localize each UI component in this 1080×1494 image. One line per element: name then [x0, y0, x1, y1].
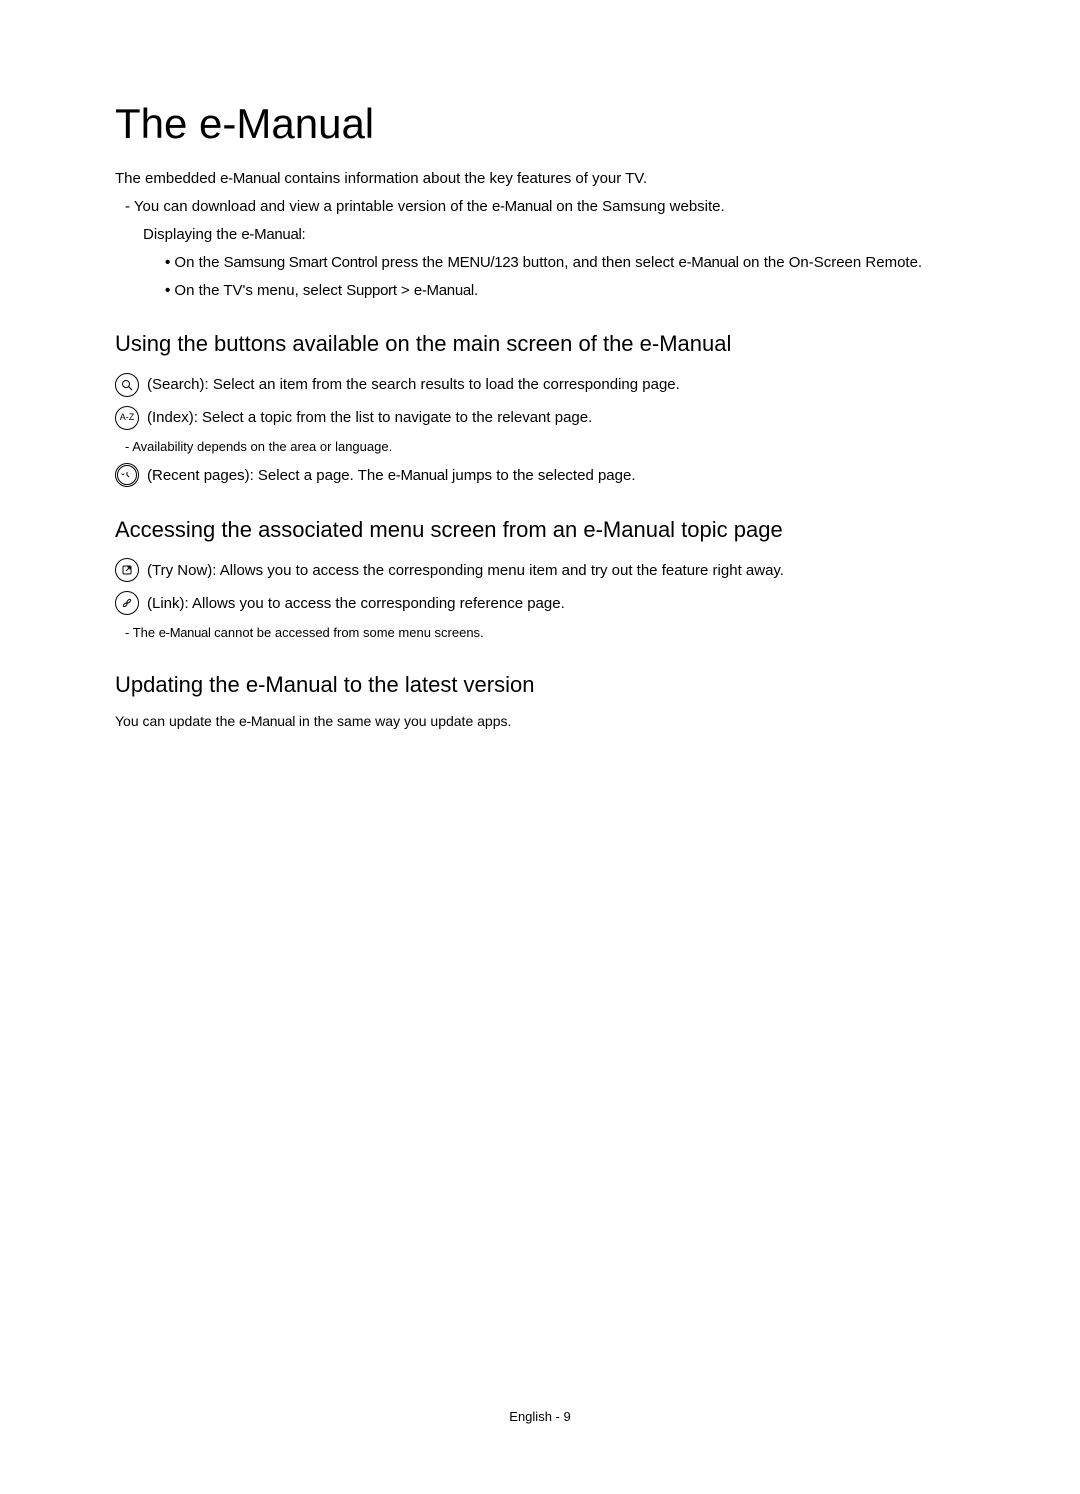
section1-note: Availability depends on the area or lang… [125, 437, 965, 458]
section3-heading: Updating the e-Manual to the latest vers… [115, 672, 965, 698]
section2-note: The e-Manual cannot be accessed from som… [125, 623, 965, 644]
section2-heading: Accessing the associated menu screen fro… [115, 517, 965, 543]
section1-heading: Using the buttons available on the main … [115, 331, 965, 357]
link-icon [115, 591, 139, 615]
intro-bullet-1: On the Samsung Smart Control press the M… [165, 251, 965, 275]
intro-line: The embedded e-Manual contains informati… [115, 168, 965, 189]
index-icon: A-Z [115, 406, 139, 430]
intro-indent-1: Displaying the e-Manual: [143, 223, 965, 247]
recent-pages-icon [115, 463, 139, 487]
intro-bullet-2: On the TV's menu, select Support > e-Man… [165, 279, 965, 303]
trynow-line: (Try Now): Allows you to access the corr… [115, 557, 965, 584]
try-now-icon [115, 558, 139, 582]
intro-dash-1: You can download and view a printable ve… [125, 195, 965, 219]
link-line: (Link): Allows you to access the corresp… [115, 590, 965, 617]
search-line: (Search): Select an item from the search… [115, 371, 965, 398]
section3-text: You can update the e-Manual in the same … [115, 712, 965, 732]
index-line: A-Z (Index): Select a topic from the lis… [115, 404, 965, 431]
page-title: The e-Manual [115, 100, 965, 148]
page-footer: English - 9 [0, 1409, 1080, 1424]
recent-line: (Recent pages): Select a page. The e-Man… [115, 462, 965, 489]
search-icon [115, 373, 139, 397]
